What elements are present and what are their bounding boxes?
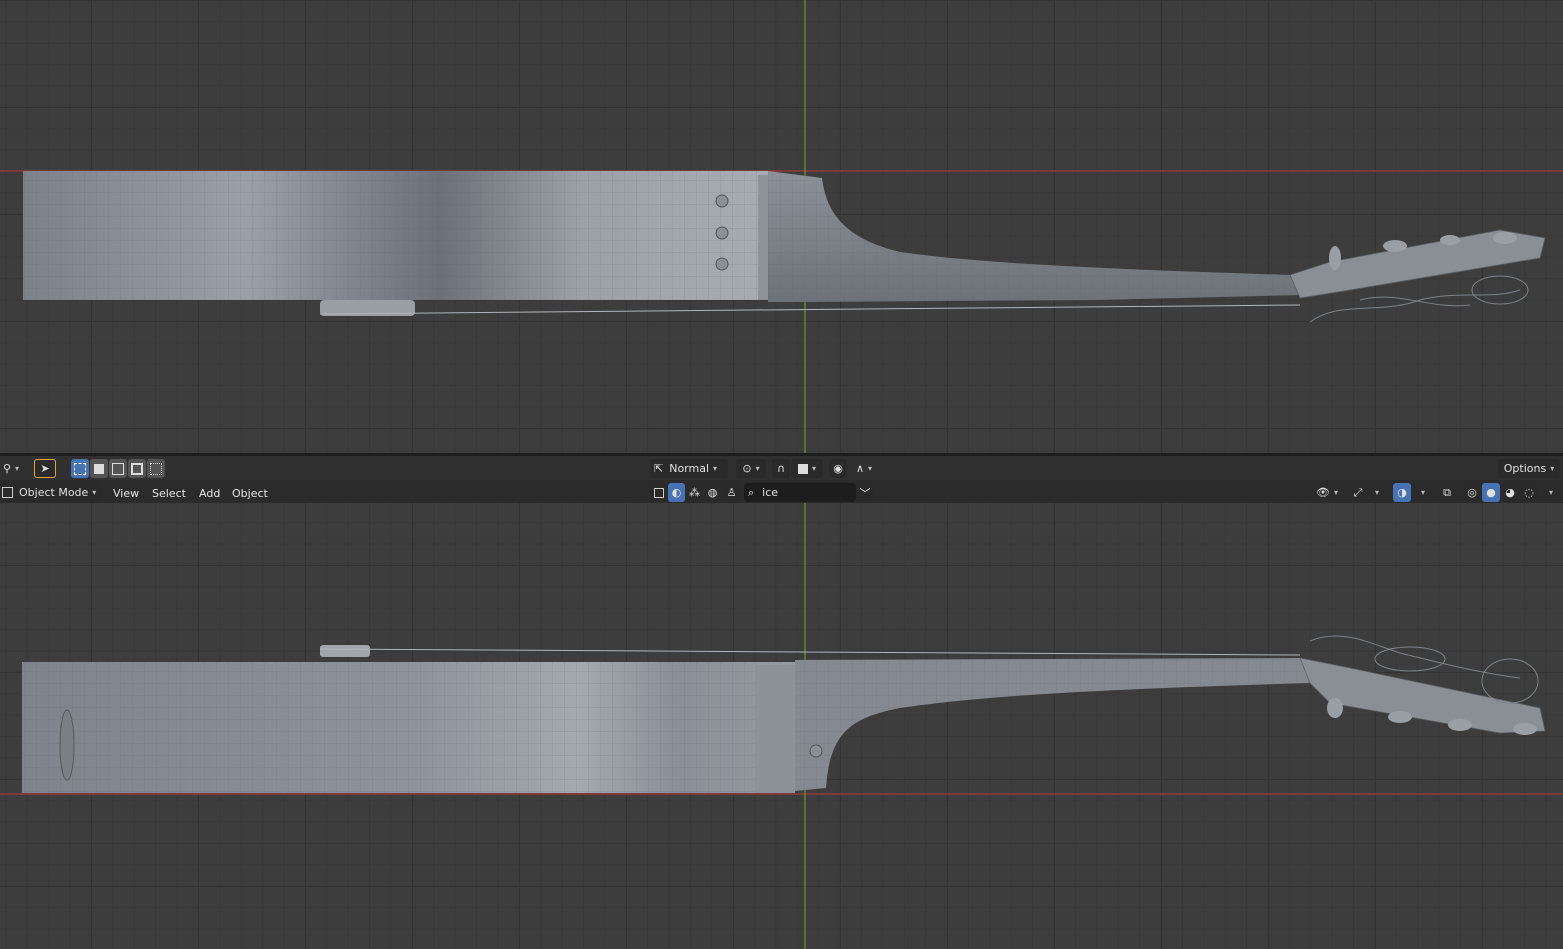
- wireframe-shading-icon: ◎: [1467, 486, 1477, 499]
- search-icon: ⌕: [748, 485, 755, 499]
- solid-shading-icon: ●: [1486, 486, 1496, 499]
- viewport-bottom-canvas: [0, 503, 1563, 949]
- menu-view[interactable]: View: [107, 484, 145, 502]
- material-filter-icon: ◐: [671, 486, 682, 499]
- material-shading-icon: ◕: [1505, 486, 1515, 499]
- tool-picker-button[interactable]: ⚲ ▾: [0, 459, 22, 478]
- chevron-down-icon: ▾: [1420, 488, 1425, 497]
- chevron-down-icon: ▾: [1374, 488, 1379, 497]
- search-value: ice: [762, 486, 779, 499]
- gizmo-toggle[interactable]: ⤢: [1349, 483, 1367, 502]
- gizmo-dropdown[interactable]: ▾: [1368, 483, 1382, 502]
- viewport-top-canvas: [0, 0, 1563, 453]
- rendered-shading-button[interactable]: ◌: [1520, 483, 1538, 502]
- solid-shading-button[interactable]: ●: [1482, 483, 1500, 502]
- filter-material-button[interactable]: ◐: [668, 483, 685, 502]
- viewport-header: Object Mode ▾ View Select Add Object ◐ ⁂…: [0, 480, 1563, 504]
- gizmo-icon: ⤢: [1353, 485, 1363, 499]
- proportional-edit-toggle[interactable]: ◉: [829, 459, 847, 478]
- tool-settings-bar: ⚲ ▾ ➤ ⇱ Normal ▾ ⊙ ▾ ∩ ▾ ◉ ∧ ▾ Options ▾: [0, 456, 1563, 480]
- select-box-invert-button[interactable]: [128, 459, 146, 478]
- options-dropdown[interactable]: Options ▾: [1498, 459, 1560, 478]
- select-box-invert-icon: [131, 462, 143, 475]
- proportional-edit-icon: ◉: [833, 462, 843, 475]
- mode-label: Object Mode: [19, 486, 89, 499]
- search-options-button[interactable]: ﹀: [856, 483, 874, 502]
- select-box-subtract-button[interactable]: [109, 459, 127, 478]
- viewport-top[interactable]: [0, 0, 1563, 453]
- select-box-subtract-icon: [112, 462, 124, 475]
- viewport-bottom[interactable]: [0, 503, 1563, 949]
- snap-toggle[interactable]: ∩: [772, 459, 790, 478]
- visibility-dropdown[interactable]: 👁 ▾: [1312, 483, 1342, 502]
- xray-toggle[interactable]: ⧉: [1438, 483, 1456, 502]
- eye-icon: 👁: [1316, 486, 1330, 499]
- pivot-point-icon: ⊙: [742, 462, 752, 475]
- cursor-arrow-icon: ➤: [40, 462, 50, 475]
- object-mode-icon: [2, 487, 13, 498]
- select-tool-button[interactable]: ➤: [34, 459, 56, 478]
- rendered-shading-icon: ◌: [1524, 486, 1534, 499]
- shading-dropdown[interactable]: ▾: [1540, 483, 1558, 502]
- falloff-dropdown[interactable]: ∧ ▾: [848, 459, 880, 478]
- select-box-intersect-icon: [150, 462, 162, 475]
- world-filter-icon: ◍: [707, 486, 718, 499]
- chevron-down-icon: ▾: [1548, 488, 1553, 497]
- overlay-icon: ◑: [1397, 486, 1407, 499]
- search-input[interactable]: ⌕ ice: [744, 483, 856, 502]
- material-shading-button[interactable]: ◕: [1501, 483, 1519, 502]
- particles-filter-icon: ⁂: [689, 486, 700, 499]
- transform-orientation-dropdown[interactable]: ⇱ Normal ▾: [650, 459, 728, 478]
- select-box-extend-button[interactable]: [90, 459, 108, 478]
- select-box-set-icon: [74, 462, 86, 475]
- transform-orientation-icon: ⇱: [654, 462, 664, 475]
- guitar-bottom-view: [22, 635, 1546, 793]
- guitar-top-view: [23, 171, 1546, 323]
- select-box-intersect-button[interactable]: [147, 459, 165, 478]
- overlay-toggle[interactable]: ◑: [1393, 483, 1411, 502]
- rig-filter-icon: ♙: [726, 486, 737, 499]
- filter-mesh-button[interactable]: [650, 483, 667, 502]
- menu-object[interactable]: Object: [226, 484, 274, 502]
- chevron-down-icon: ﹀: [859, 486, 871, 500]
- options-label: Options: [1503, 462, 1547, 475]
- mode-dropdown[interactable]: Object Mode ▾: [0, 483, 100, 502]
- pivot-point-dropdown[interactable]: ⊙ ▾: [736, 459, 766, 478]
- select-box-extend-icon: [94, 463, 104, 474]
- filter-world-button[interactable]: ◍: [704, 483, 721, 502]
- falloff-curve-icon: ∧: [855, 462, 865, 475]
- filter-particles-button[interactable]: ⁂: [686, 483, 703, 502]
- wireframe-shading-button[interactable]: ◎: [1463, 483, 1481, 502]
- overlay-dropdown[interactable]: ▾: [1412, 483, 1430, 502]
- magnet-icon: ∩: [776, 462, 786, 475]
- filter-rig-button[interactable]: ♙: [723, 483, 740, 502]
- select-box-set-button[interactable]: [71, 459, 89, 478]
- snap-increment-icon: [797, 463, 808, 474]
- tool-picker-icon: ⚲: [2, 462, 12, 475]
- menu-add[interactable]: Add: [193, 484, 226, 502]
- menu-select[interactable]: Select: [146, 484, 192, 502]
- mesh-filter-icon: [653, 487, 664, 498]
- xray-icon: ⧉: [1443, 485, 1451, 499]
- transform-orientation-label: Normal: [669, 462, 710, 475]
- snap-target-dropdown[interactable]: ▾: [791, 459, 823, 478]
